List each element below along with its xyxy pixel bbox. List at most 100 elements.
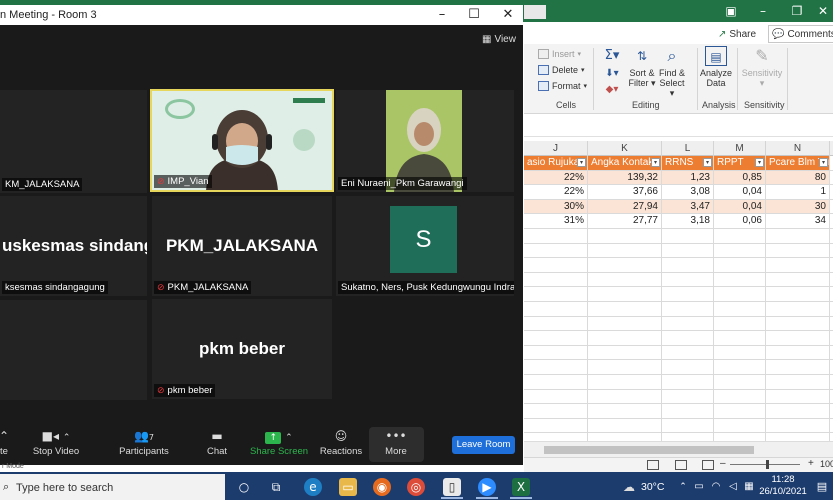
table-cell[interactable]: 1 xyxy=(766,185,830,199)
table-cell[interactable] xyxy=(714,375,766,389)
table-cell[interactable]: 3,47 xyxy=(662,199,714,214)
zoom-in-button[interactable]: + xyxy=(808,458,814,469)
table-cell[interactable] xyxy=(766,389,830,404)
table-cell[interactable] xyxy=(524,258,588,272)
file-explorer-icon[interactable]: ▭ xyxy=(339,478,357,496)
table-cell[interactable] xyxy=(588,258,662,272)
close-icon[interactable]: ✕ xyxy=(806,0,833,22)
table-cell[interactable] xyxy=(524,389,588,404)
participant-tile-active-speaker[interactable]: ⊘ IMP_Vian xyxy=(150,89,334,192)
table-cell[interactable] xyxy=(588,287,662,301)
table-cell[interactable] xyxy=(524,404,588,418)
zoom-slider-thumb[interactable] xyxy=(766,460,769,469)
column-header[interactable]: N xyxy=(766,141,830,156)
close-icon[interactable]: ✕ xyxy=(493,5,523,25)
column-header[interactable]: L xyxy=(662,141,714,156)
table-cell[interactable] xyxy=(766,404,830,418)
zoom-out-button[interactable]: – xyxy=(720,458,726,469)
table-cell[interactable] xyxy=(662,229,714,243)
table-cell[interactable] xyxy=(766,345,830,360)
table-cell[interactable] xyxy=(662,404,714,418)
sort-filter-button[interactable]: ⇅ Sort & Filter ▾ xyxy=(627,46,657,88)
clear-button[interactable]: ◆▾ xyxy=(601,80,623,102)
table-header-cell[interactable]: Angka Kontak ▾ xyxy=(588,156,662,170)
table-cell[interactable] xyxy=(766,375,830,389)
table-cell[interactable] xyxy=(714,331,766,345)
table-cell[interactable] xyxy=(714,389,766,404)
table-cell[interactable] xyxy=(588,375,662,389)
keyboard-icon[interactable]: ▦ xyxy=(740,478,758,496)
reactions-button[interactable]: ☺ Reactions xyxy=(311,429,371,457)
share-screen-button[interactable]: ↑ ⌃ Share Screen xyxy=(249,429,309,457)
filter-dropdown-icon[interactable]: ▾ xyxy=(651,158,660,167)
table-cell[interactable] xyxy=(714,404,766,418)
table-header-cell[interactable]: Pcare Blm Tun ▾ xyxy=(766,156,830,170)
table-cell[interactable] xyxy=(766,229,830,243)
table-cell[interactable]: 34 xyxy=(766,214,830,228)
table-cell[interactable] xyxy=(524,302,588,316)
participants-button[interactable]: 👥7 Participants xyxy=(114,429,174,457)
table-cell[interactable]: 30% xyxy=(524,199,588,214)
chat-button[interactable]: ▬ Chat xyxy=(187,429,247,457)
page-break-view-icon[interactable] xyxy=(702,460,714,470)
table-cell[interactable] xyxy=(766,287,830,301)
participant-tile[interactable]: KM_JALAKSANA xyxy=(0,90,147,193)
task-view-icon[interactable]: ⧉ xyxy=(267,478,285,496)
title-bar-search-box[interactable] xyxy=(524,5,546,19)
table-cell[interactable]: 30 xyxy=(766,199,830,214)
table-cell[interactable] xyxy=(662,433,714,441)
table-cell[interactable] xyxy=(766,331,830,345)
participant-tile[interactable]: Eni Nuraeni_Pkm Garawangi xyxy=(336,90,514,192)
table-cell[interactable] xyxy=(588,316,662,331)
table-cell[interactable] xyxy=(714,287,766,301)
table-cell[interactable] xyxy=(524,418,588,433)
table-cell[interactable] xyxy=(662,345,714,360)
table-cell[interactable] xyxy=(524,345,588,360)
formula-bar[interactable] xyxy=(524,115,833,137)
find-select-button[interactable]: ⌕ Find & Select ▾ xyxy=(657,46,687,98)
stop-video-button[interactable]: ■◂ ⌃ Stop Video xyxy=(26,429,86,457)
table-cell[interactable] xyxy=(714,272,766,287)
table-cell[interactable] xyxy=(714,258,766,272)
zoom-level[interactable]: 100 xyxy=(820,459,833,469)
table-cell[interactable] xyxy=(714,302,766,316)
chrome-icon[interactable]: ◎ xyxy=(407,478,425,496)
table-cell[interactable] xyxy=(588,272,662,287)
table-cell[interactable]: 37,66 xyxy=(588,185,662,199)
filter-dropdown-icon[interactable]: ▾ xyxy=(577,158,586,167)
table-cell[interactable] xyxy=(524,375,588,389)
table-cell[interactable] xyxy=(524,360,588,374)
firefox-icon[interactable]: ◉ xyxy=(373,478,391,496)
table-cell[interactable] xyxy=(662,243,714,258)
table-cell[interactable]: 22% xyxy=(524,185,588,199)
zoom-slider[interactable] xyxy=(730,464,800,465)
table-cell[interactable]: 0,04 xyxy=(714,199,766,214)
table-cell[interactable]: 3,08 xyxy=(662,185,714,199)
view-button[interactable]: ▦ View xyxy=(482,34,516,45)
table-cell[interactable] xyxy=(524,229,588,243)
table-cell[interactable] xyxy=(766,360,830,374)
table-cell[interactable] xyxy=(714,433,766,441)
table-cell[interactable] xyxy=(588,302,662,316)
table-cell[interactable] xyxy=(662,258,714,272)
table-cell[interactable] xyxy=(766,258,830,272)
table-cell[interactable] xyxy=(588,418,662,433)
table-cell[interactable] xyxy=(588,404,662,418)
table-cell[interactable] xyxy=(714,360,766,374)
table-cell[interactable] xyxy=(714,345,766,360)
table-cell[interactable] xyxy=(524,243,588,258)
table-cell[interactable] xyxy=(766,316,830,331)
table-cell[interactable] xyxy=(662,272,714,287)
table-cell[interactable]: 139,32 xyxy=(588,170,662,185)
minimize-icon[interactable]: – xyxy=(427,5,457,25)
edge-browser-icon[interactable]: e xyxy=(304,478,322,496)
worksheet-grid[interactable]: JKLMN asio Rujukan ▾ Angka Kontak ▾ RRNS ▾ RPP… xyxy=(524,141,833,441)
table-cell[interactable] xyxy=(714,316,766,331)
table-cell[interactable] xyxy=(662,331,714,345)
filter-dropdown-icon[interactable]: ▾ xyxy=(703,158,712,167)
page-layout-view-icon[interactable] xyxy=(675,460,687,470)
participant-tile[interactable]: uskesmas sindang... ksesmas sindangagung xyxy=(0,196,147,296)
table-header-cell[interactable]: RPPT ▾ xyxy=(714,156,766,170)
table-cell[interactable] xyxy=(588,433,662,441)
table-cell[interactable] xyxy=(766,243,830,258)
